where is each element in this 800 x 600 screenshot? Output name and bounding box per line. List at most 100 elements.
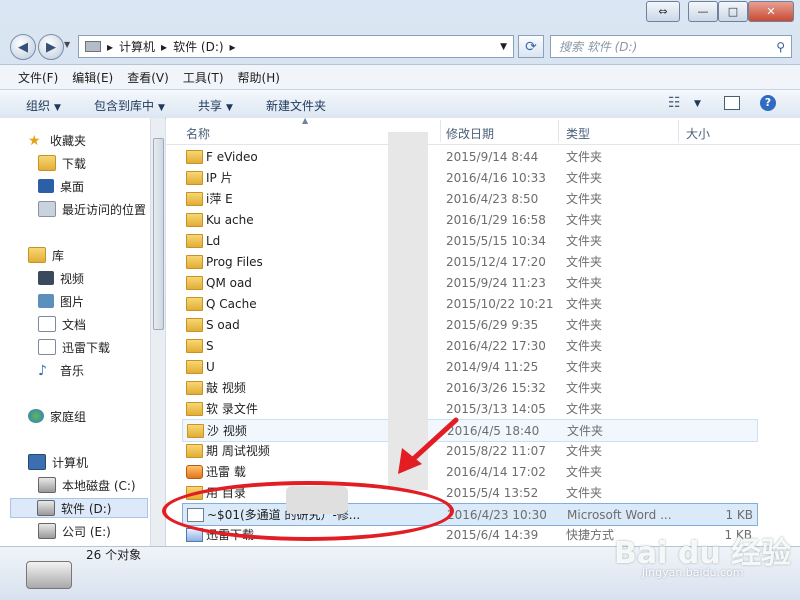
- file-date: 2015/6/4 14:39: [446, 527, 539, 542]
- file-row[interactable]: S oad 2015/6/29 9:35 文件夹: [182, 314, 756, 335]
- column-name[interactable]: 名称: [186, 125, 210, 142]
- file-row[interactable]: 敲 视频 2016/3/26 15:32 文件夹: [182, 377, 756, 398]
- menu-view[interactable]: 查看(V): [127, 69, 169, 86]
- file-row[interactable]: 期 周试视频 2015/8/22 11:07 文件夹: [182, 440, 756, 461]
- file-type: 文件夹: [566, 192, 603, 206]
- nav-downloads[interactable]: 下载: [38, 153, 86, 173]
- file-date: 2015/9/14 8:44: [446, 149, 539, 164]
- back-button[interactable]: ◀: [10, 34, 36, 60]
- file-row[interactable]: Ld 2015/5/15 10:34 文件夹: [182, 230, 756, 251]
- nav-xunlei-downloads[interactable]: 迅雷下载: [38, 337, 110, 357]
- refresh-button[interactable]: ⟳: [518, 35, 544, 58]
- minimize-button[interactable]: —: [688, 1, 718, 22]
- file-row[interactable]: Ku ache 2016/1/29 16:58 文件夹: [182, 209, 756, 230]
- recent-pages-dropdown-icon[interactable]: ▼: [64, 40, 70, 49]
- nav-drive-e[interactable]: 公司 (E:): [38, 521, 111, 541]
- preview-pane-icon[interactable]: [724, 96, 740, 110]
- include-library-label: 包含到库中: [94, 99, 155, 113]
- nav-computer[interactable]: 计算机: [28, 452, 88, 472]
- breadcrumb-drive-d[interactable]: 软件 (D:): [173, 38, 223, 55]
- breadcrumb-computer[interactable]: 计算机: [119, 38, 155, 55]
- nav-label: 家庭组: [50, 409, 87, 424]
- column-divider[interactable]: [440, 120, 441, 142]
- nav-homegroup[interactable]: 家庭组: [28, 406, 86, 426]
- homegroup-icon: [28, 409, 44, 423]
- nav-libraries[interactable]: 库: [28, 245, 64, 265]
- file-row[interactable]: IP 片 2016/4/16 10:33 文件夹: [182, 167, 756, 188]
- menu-tools[interactable]: 工具(T): [183, 69, 224, 86]
- nav-music[interactable]: ♪ 音乐: [38, 360, 84, 380]
- folder-icon: [186, 254, 203, 269]
- forward-arrow-icon: ▶: [46, 39, 56, 55]
- file-row[interactable]: 迅雷 载 2016/4/14 17:02 文件夹: [182, 461, 756, 482]
- nav-drive-d[interactable]: 软件 (D:): [10, 498, 148, 518]
- column-type[interactable]: 类型: [566, 125, 590, 142]
- nav-documents[interactable]: 文档: [38, 314, 86, 334]
- annotation-arrow: [398, 417, 459, 474]
- file-row[interactable]: QM oad 2015/9/24 11:23 文件夹: [182, 272, 756, 293]
- nav-recent[interactable]: 最近访问的位置: [38, 199, 146, 219]
- sort-ascending-icon: ▲: [302, 118, 309, 125]
- maximize-button[interactable]: □: [718, 1, 748, 22]
- menu-file[interactable]: 文件(F): [18, 69, 58, 86]
- folder-icon: [186, 233, 203, 248]
- watermark-url: jingyan.baidu.com: [642, 566, 744, 579]
- menu-edit[interactable]: 编辑(E): [72, 69, 113, 86]
- nav-pictures[interactable]: 图片: [38, 291, 84, 311]
- nav-label: 视频: [60, 271, 85, 286]
- file-row[interactable]: Prog Files 2015/12/4 17:20 文件夹: [182, 251, 756, 272]
- drive-large-icon: [26, 561, 72, 589]
- navigation-scrollbar[interactable]: [150, 118, 165, 546]
- folder-icon: [186, 317, 203, 332]
- switch-window-button[interactable]: ⇔: [646, 1, 680, 22]
- column-size[interactable]: 大小: [686, 125, 710, 142]
- file-row[interactable]: U 2014/9/4 11:25 文件夹: [182, 356, 756, 377]
- document-library-icon: [38, 316, 56, 332]
- nav-videos[interactable]: 视频: [38, 268, 84, 288]
- file-row[interactable]: Q Cache 2015/10/22 10:21 文件夹: [182, 293, 756, 314]
- view-options-icon[interactable]: ☷: [668, 95, 681, 111]
- folder-icon: [186, 275, 203, 290]
- nav-local-disk-c[interactable]: 本地磁盘 (C:): [38, 475, 136, 495]
- scrollbar-thumb[interactable]: [153, 138, 164, 330]
- organize-button[interactable]: 组织 ▼: [26, 97, 61, 114]
- folder-icon: [186, 191, 203, 206]
- file-row[interactable]: S 2016/4/22 17:30 文件夹: [182, 335, 756, 356]
- share-button[interactable]: 共享 ▼: [198, 97, 233, 114]
- column-date[interactable]: 修改日期: [446, 125, 494, 142]
- view-dropdown-icon[interactable]: ▼: [694, 99, 701, 109]
- file-row[interactable]: 沙 视频 2016/4/5 18:40 文件夹: [182, 419, 758, 442]
- search-icon[interactable]: ⚲: [776, 40, 785, 54]
- menu-help[interactable]: 帮助(H): [238, 69, 280, 86]
- close-button[interactable]: ✕: [748, 1, 794, 22]
- column-divider[interactable]: [678, 120, 679, 142]
- help-icon[interactable]: ?: [760, 95, 776, 111]
- address-bar[interactable]: ▸ 计算机 ▸ 软件 (D:) ▸ ▼: [78, 35, 514, 58]
- nav-label: 软件 (D:): [61, 501, 112, 516]
- nav-label: 库: [52, 248, 65, 263]
- nav-label: 下载: [62, 156, 87, 171]
- search-input[interactable]: 搜索 软件 (D:) ⚲: [550, 35, 792, 58]
- column-divider[interactable]: [558, 120, 559, 142]
- drive-icon: [37, 500, 55, 516]
- downloads-folder-icon: [38, 155, 56, 171]
- file-type: Microsoft Word ...: [567, 507, 672, 522]
- forward-button[interactable]: ▶: [38, 34, 64, 60]
- new-folder-button[interactable]: 新建文件夹: [266, 97, 326, 114]
- include-library-button[interactable]: 包含到库中 ▼: [94, 97, 165, 114]
- file-row[interactable]: 软 录文件 2015/3/13 14:05 文件夹: [182, 398, 756, 419]
- file-row[interactable]: i萍 E 2016/4/23 8:50 文件夹: [182, 188, 756, 209]
- folder-icon: [186, 212, 203, 227]
- nav-favorites[interactable]: ★ 收藏夹: [28, 130, 86, 150]
- nav-label: 本地磁盘 (C:): [62, 478, 136, 493]
- file-type: 文件夹: [566, 234, 603, 248]
- nav-desktop[interactable]: 桌面: [38, 176, 84, 196]
- address-dropdown-icon[interactable]: ▼: [500, 42, 507, 52]
- nav-label: 音乐: [60, 363, 85, 378]
- folder-icon: [186, 296, 203, 311]
- folder-icon: [186, 401, 203, 416]
- drive-icon: [38, 477, 56, 493]
- file-date: 2016/3/26 15:32: [446, 380, 546, 395]
- file-type: 文件夹: [566, 465, 603, 479]
- file-row[interactable]: F eVideo 2015/9/14 8:44 文件夹: [182, 146, 756, 167]
